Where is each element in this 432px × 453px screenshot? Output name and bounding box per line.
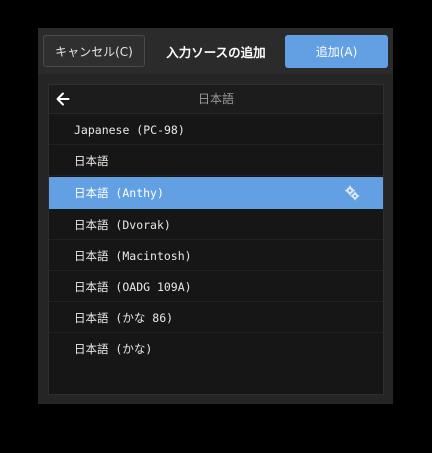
list-item-label: 日本語 (かな 86) — [74, 311, 174, 325]
list-item-label: 日本語 (OADG 109A) — [74, 280, 192, 294]
input-source-list-panel: 日本語 Japanese (PC-98) 日本語 日本語 (Anthy) 日本語… — [48, 84, 384, 395]
list-item-selected[interactable]: 日本語 (Anthy) — [49, 177, 383, 209]
list-item-label: 日本語 (Macintosh) — [74, 249, 192, 263]
add-button[interactable]: 追加(A) — [285, 35, 388, 68]
list-item[interactable]: 日本語 (かな 86) — [49, 303, 383, 333]
list-item-label: 日本語 (Dvorak) — [74, 218, 171, 232]
list-title: 日本語 — [197, 92, 234, 106]
list-item[interactable]: 日本語 (OADG 109A) — [49, 272, 383, 302]
list-item[interactable]: 日本語 (Dvorak) — [49, 210, 383, 240]
list-item-label: Japanese (PC-98) — [74, 123, 185, 137]
dialog-header: キャンセル(C) 入力ソースの追加 追加(A) — [38, 28, 393, 74]
list-item-label: 日本語 (かな) — [74, 342, 153, 356]
list-item[interactable]: Japanese (PC-98) — [49, 115, 383, 145]
list-item-label: 日本語 (Anthy) — [74, 186, 164, 200]
list-item[interactable]: 日本語 (Macintosh) — [49, 241, 383, 271]
dialog-content: 日本語 Japanese (PC-98) 日本語 日本語 (Anthy) 日本語… — [38, 74, 393, 404]
list-header: 日本語 — [49, 85, 383, 114]
add-input-source-dialog: キャンセル(C) 入力ソースの追加 追加(A) 日本語 Japanese (PC… — [38, 28, 393, 404]
dialog-title: 入力ソースの追加 — [166, 44, 266, 60]
gear-icon[interactable] — [344, 185, 360, 201]
list-item[interactable]: 日本語 (かな) — [49, 334, 383, 364]
cancel-button[interactable]: キャンセル(C) — [43, 35, 145, 67]
list-item[interactable]: 日本語 — [49, 146, 383, 176]
arrow-left-icon[interactable] — [55, 91, 71, 107]
list-item-label: 日本語 — [74, 154, 109, 168]
